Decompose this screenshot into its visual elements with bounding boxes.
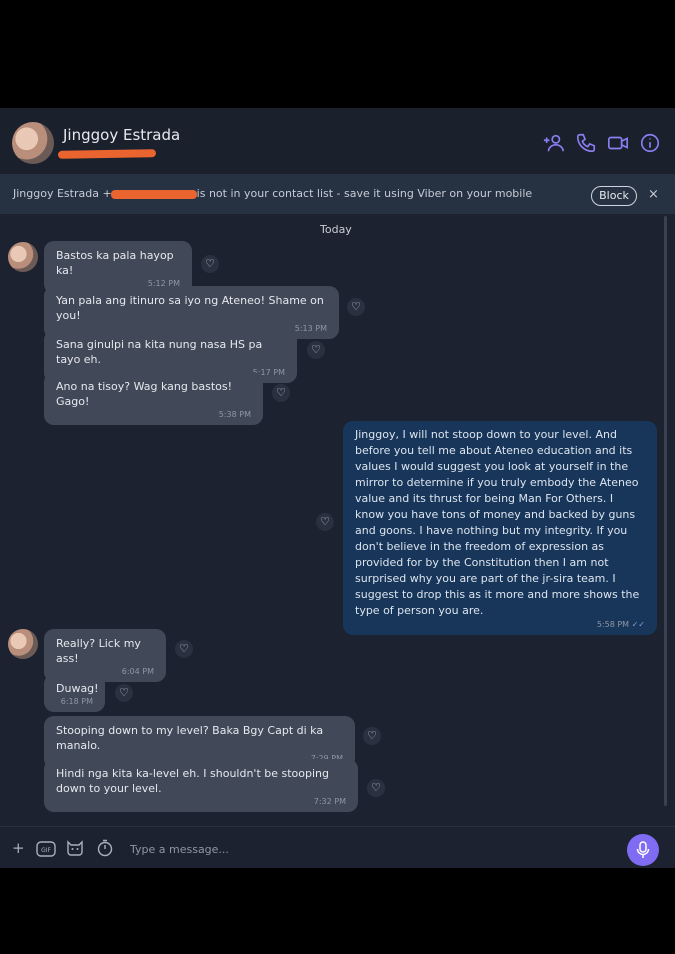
heart-react-icon[interactable]: ♡ [367,779,385,797]
microphone-icon[interactable] [627,834,659,866]
contact-avatar[interactable] [12,122,54,164]
outgoing-message-bubble[interactable]: Jinggoy, I will not stoop down to your l… [343,421,657,635]
heart-react-icon[interactable]: ♡ [363,727,381,745]
heart-react-icon[interactable]: ♡ [201,255,219,273]
heart-react-icon[interactable]: ♡ [307,341,325,359]
plus-icon[interactable]: + [12,839,25,857]
chat-header: Jinggoy Estrada [0,108,675,174]
sticker-icon[interactable] [66,840,84,856]
message-time: 5:58 PM ✓✓ [355,620,645,629]
phone-icon[interactable] [575,132,597,154]
message-text: Jinggoy, I will not stoop down to your l… [355,428,640,617]
sender-avatar[interactable] [8,629,38,659]
message-input[interactable] [128,839,532,859]
info-icon[interactable] [639,132,661,154]
read-receipt-icon: ✓✓ [631,620,645,629]
message-bubble[interactable]: Hindi nga kita ka-level eh. I shouldn't … [44,759,358,812]
video-icon[interactable] [607,132,629,154]
contact-notice-bar: Jinggoy Estrada + is not in your contact… [0,174,675,214]
block-button[interactable]: Block [591,186,637,206]
heart-react-icon[interactable]: ♡ [272,384,290,402]
timer-icon[interactable] [96,839,114,857]
notice-prefix: Jinggoy Estrada + [13,187,112,200]
message-text: Bastos ka pala hayop ka! [56,249,174,277]
message-bubble[interactable]: Duwag! 6:18 PM [44,674,105,712]
message-text: Really? Lick my ass! [56,637,141,665]
message-bubble[interactable]: Ano na tisoy? Wag kang bastos! Gago! 5:3… [44,372,263,425]
messages-scrollbar[interactable] [664,216,667,806]
message-text: Duwag! [56,682,99,695]
heart-react-icon[interactable]: ♡ [316,513,334,531]
heart-react-icon[interactable]: ♡ [347,298,365,316]
message-composer: + GIF [0,826,675,868]
gif-icon[interactable]: GIF [36,841,56,857]
notice-text: Jinggoy Estrada + is not in your contact… [13,187,532,200]
message-time: 6:18 PM [60,697,93,706]
sender-avatar[interactable] [8,242,38,272]
add-contact-icon[interactable] [543,132,565,154]
message-text: Stooping down to my level? Baka Bgy Capt… [56,724,324,752]
message-time: 5:38 PM [218,410,251,419]
message-text: Yan pala ang itinuro sa iyo ng Ateneo! S… [56,294,324,322]
svg-text:GIF: GIF [41,847,51,854]
message-text: Sana ginulpi na kita nung nasa HS pa tay… [56,338,263,366]
close-notice-button[interactable]: × [648,187,659,202]
message-time: 7:32 PM [313,797,346,806]
heart-react-icon[interactable]: ♡ [175,640,193,658]
message-time-value: 5:58 PM [596,620,630,629]
message-text: Ano na tisoy? Wag kang bastos! Gago! [56,380,233,408]
message-text: Hindi nga kita ka-level eh. I shouldn't … [56,767,330,795]
notice-suffix: is not in your contact list - save it us… [196,187,533,200]
chat-window: Jinggoy Estrada Jinggoy Estrada + is not… [0,108,675,868]
heart-react-icon[interactable]: ♡ [115,684,133,702]
redaction-mark [111,189,198,199]
redaction-mark [57,149,157,159]
contact-name[interactable]: Jinggoy Estrada [63,126,180,144]
date-divider: Today [320,223,352,236]
